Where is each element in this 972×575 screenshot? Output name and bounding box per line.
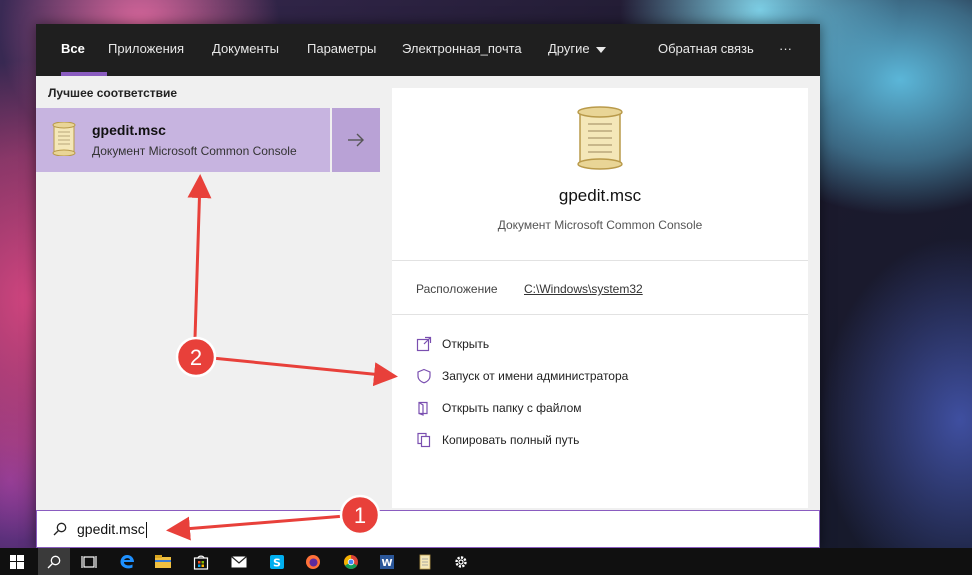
document-scroll-icon-large [577, 106, 623, 170]
divider [392, 314, 808, 315]
chrome-icon [344, 554, 358, 569]
tab-email[interactable]: Электронная_почта [402, 24, 522, 76]
mail-icon [231, 555, 247, 567]
task-view-icon [81, 555, 97, 568]
tab-documents[interactable]: Документы [212, 24, 279, 76]
skype-icon: S [270, 554, 284, 569]
svg-text:S: S [273, 556, 281, 569]
file-explorer-icon [155, 554, 171, 568]
location-link[interactable]: C:\Windows\system32 [524, 282, 643, 296]
search-box[interactable]: gpedit.msc [36, 510, 820, 548]
taskbar-chrome[interactable] [336, 548, 366, 575]
taskbar-store[interactable] [186, 548, 216, 575]
windows-start-icon [10, 554, 24, 569]
action-run-as-admin[interactable]: Запуск от имени администратора [416, 366, 628, 386]
action-run-as-admin-label: Запуск от имени администратора [442, 369, 629, 383]
details-subtitle: Документ Microsoft Common Console [497, 218, 703, 232]
taskbar-search-button[interactable] [38, 548, 70, 575]
action-open-file-location-label: Открыть папку с файлом [442, 401, 582, 415]
notepad-doc-icon [419, 554, 431, 569]
more-options-button[interactable]: ··· [779, 24, 792, 76]
action-open[interactable]: Открыть [416, 334, 489, 354]
feedback-button[interactable]: Обратная связь [658, 24, 754, 76]
tab-other[interactable]: Другие [548, 24, 606, 76]
svg-text:W: W [381, 558, 392, 569]
best-match-heading: Лучшее соответствие [48, 86, 178, 100]
copy-icon [417, 432, 431, 448]
best-match-item[interactable]: gpedit.msc Документ Microsoft Common Con… [36, 108, 330, 172]
task-view-button[interactable] [74, 548, 104, 575]
action-copy-full-path[interactable]: Копировать полный путь [416, 430, 579, 450]
text-cursor [145, 522, 147, 539]
folder-icon [418, 401, 428, 416]
store-icon [193, 555, 209, 570]
taskbar-file-explorer[interactable] [148, 548, 178, 575]
edge-icon [120, 554, 134, 568]
search-filter-bar: Все Приложения Документы Параметры Элект… [36, 24, 820, 76]
details-pane: gpedit.msc Документ Microsoft Common Con… [392, 88, 808, 508]
tab-settings[interactable]: Параметры [307, 24, 376, 76]
tab-apps[interactable]: Приложения [108, 24, 184, 76]
taskbar-skype[interactable]: S [262, 548, 292, 575]
chevron-down-icon [595, 46, 606, 53]
best-match-subtitle: Документ Microsoft Common Console [92, 144, 297, 158]
search-query-text: gpedit.msc [77, 521, 145, 537]
action-open-file-location[interactable]: Открыть папку с файлом [416, 398, 582, 418]
search-icon [47, 555, 61, 568]
open-icon [416, 336, 432, 352]
document-scroll-icon [52, 122, 76, 156]
action-open-label: Открыть [442, 337, 490, 351]
location-label: Расположение [416, 282, 498, 296]
results-list: Лучшее соответствие gpedit.msc Документ … [36, 76, 380, 510]
action-copy-full-path-label: Копировать полный путь [442, 433, 580, 447]
taskbar: S W [0, 548, 972, 575]
taskbar-word[interactable]: W [372, 548, 402, 575]
taskbar-mail[interactable] [224, 548, 254, 575]
divider [392, 260, 808, 261]
best-match-title: gpedit.msc [92, 122, 166, 138]
firefox-icon [306, 554, 320, 569]
arrow-right-icon [348, 133, 364, 147]
taskbar-settings[interactable] [446, 548, 476, 575]
start-button[interactable] [2, 548, 32, 575]
shield-icon [417, 368, 431, 384]
details-title: gpedit.msc [558, 186, 642, 205]
tab-other-label: Другие [548, 41, 590, 56]
search-input[interactable]: gpedit.msc [77, 521, 147, 539]
search-panel: Все Приложения Документы Параметры Элект… [36, 24, 820, 548]
taskbar-edge[interactable] [112, 548, 142, 575]
settings-gear-icon [455, 555, 467, 568]
taskbar-msc-document[interactable] [410, 548, 440, 575]
tab-all[interactable]: Все [61, 24, 85, 76]
word-icon: W [380, 554, 394, 569]
search-icon [53, 522, 67, 536]
taskbar-firefox[interactable] [298, 548, 328, 575]
open-details-button[interactable] [332, 108, 380, 172]
